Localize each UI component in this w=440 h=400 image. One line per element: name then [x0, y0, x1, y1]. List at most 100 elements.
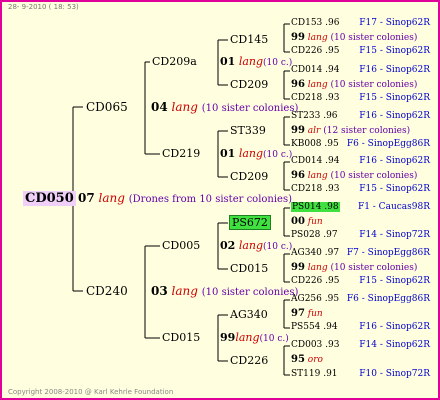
gen4-queen[interactable]: CD014 .94: [291, 65, 339, 75]
gen4-queen[interactable]: CD226 .95: [291, 46, 339, 56]
gen4-year: 97: [291, 308, 305, 319]
gen4-queen[interactable]: PS554 .94: [291, 322, 338, 332]
root-year: 07: [78, 191, 95, 205]
gen4-queen-label: AG256 .95: [291, 294, 340, 304]
gen4-queen-label: CD153 .96: [291, 18, 340, 28]
gen4-breed: lang: [304, 33, 328, 43]
gen4-queen[interactable]: PS014 .98: [291, 202, 340, 212]
gen4-breed: lang: [304, 80, 328, 90]
gen4-queen-label: CD218 .93: [291, 184, 340, 194]
gen4-drone-info: 99 alr (12 sister colonies): [291, 125, 410, 136]
gen4-queen-label: CD218 .93: [291, 93, 340, 103]
gen4-line-label: F14 - Sinop72R: [359, 230, 430, 240]
gen4-queen[interactable]: AG256 .95: [291, 294, 339, 304]
sire-queen-1[interactable]: CD065: [86, 100, 128, 114]
gen4-year: 96: [291, 79, 305, 90]
gen4-queen-label: CD003 .93: [291, 340, 340, 350]
gen3-queen-1[interactable]: CD145: [230, 33, 268, 46]
gen2-queen-2[interactable]: CD219: [162, 147, 200, 160]
copyright: Copyright 2008-2010 @ Karl Kehrle Founda…: [8, 388, 174, 396]
gen2-queen-1[interactable]: CD209a: [152, 55, 197, 68]
gen3-queen-5[interactable]: PS672: [229, 215, 271, 230]
gen4-breed: oro: [304, 355, 323, 365]
gen4-queen-label: CD226 .95: [291, 276, 340, 286]
gen4-line-label: F6 - SinopEgg86R: [346, 294, 430, 304]
gen4-line-label: F16 - Sinop62R: [359, 65, 430, 75]
gen4-drone-info: 96 lang (10 sister colonies): [291, 79, 417, 90]
gen4-breed: lang: [304, 263, 328, 273]
gen2-info-3: 02 lang(10 c.): [220, 239, 293, 252]
gen4-queen-label: PS028 .97: [291, 230, 338, 240]
gen4-breed: alr: [304, 126, 321, 136]
gen4-note: (12 sister colonies): [320, 126, 411, 136]
gen4-line-label: F15 - Sinop62R: [359, 184, 430, 194]
gen4-queen-label: CD014 .94: [291, 65, 340, 75]
gen4-line-label: F15 - Sinop62R: [359, 93, 430, 103]
gen2-info-4: 99lang(10 c.): [220, 331, 289, 344]
root-queen[interactable]: CD050: [23, 191, 76, 206]
gen4-queen[interactable]: CD153 .96: [291, 18, 339, 28]
gen4-note: (10 sister colonies): [327, 33, 418, 43]
gen4-year: 96: [291, 170, 305, 181]
gen2-info-2: 01 lang(10 c.): [220, 147, 293, 160]
gen3-queen-8[interactable]: CD226: [230, 354, 268, 367]
gen4-year: 99: [291, 32, 305, 43]
gen3-queen-6[interactable]: CD015: [230, 262, 268, 275]
gen4-queen-label: PS014 .98: [291, 202, 340, 212]
gen1-info-1: 04 lang (10 sister colonies): [151, 100, 299, 114]
gen4-line-label: F16 - Sinop62R: [359, 156, 430, 166]
gen4-queen-label: AG340 .97: [291, 248, 340, 258]
gen4-note: (10 sister colonies): [327, 263, 418, 273]
gen4-year: 99: [291, 262, 305, 273]
gen4-line-label: F16 - Sinop62R: [359, 322, 430, 332]
gen4-queen[interactable]: ST119 .91: [291, 369, 338, 379]
gen3-queen-4[interactable]: CD209: [230, 170, 268, 183]
gen4-line-label: F15 - Sinop62R: [359, 276, 430, 286]
gen4-queen-label: KB008 .95: [291, 139, 339, 149]
gen4-line-label: F7 - SinopEgg86R: [346, 248, 430, 258]
gen4-drone-info: 99 lang (10 sister colonies): [291, 262, 417, 273]
gen4-drone-info: 99 lang (10 sister colonies): [291, 32, 417, 43]
gen4-note: (10 sister colonies): [327, 80, 418, 90]
gen4-line-label: F14 - Sinop62R: [359, 340, 430, 350]
gen3-queen-7[interactable]: AG340: [230, 308, 268, 321]
gen4-queen[interactable]: CD226 .95: [291, 276, 339, 286]
gen4-queen-label: PS554 .94: [291, 322, 338, 332]
gen4-breed: fun: [304, 217, 323, 227]
gen2-queen-4[interactable]: CD015: [162, 331, 200, 344]
gen4-queen[interactable]: ST233 .96: [291, 111, 338, 121]
gen4-breed: fun: [304, 309, 323, 319]
gen4-queen-label: CD226 .95: [291, 46, 340, 56]
gen4-line-label: F6 - SinopEgg86R: [346, 139, 430, 149]
gen4-drone-info: 95 oro: [291, 354, 323, 365]
gen4-queen[interactable]: CD218 .93: [291, 93, 339, 103]
gen4-queen[interactable]: PS028 .97: [291, 230, 338, 240]
root-breed: lang: [98, 191, 125, 205]
gen4-drone-info: 96 lang (10 sister colonies): [291, 170, 417, 181]
gen4-drone-info: 00 fun: [291, 216, 323, 227]
gen4-line-label: F1 - Caucas98R: [357, 202, 430, 212]
gen1-info-2: 03 lang (10 sister colonies): [151, 284, 299, 298]
gen4-queen[interactable]: AG340 .97: [291, 248, 339, 258]
gen4-queen-label: CD014 .94: [291, 156, 340, 166]
gen4-line-label: F16 - Sinop62R: [359, 111, 430, 121]
gen4-queen[interactable]: CD014 .94: [291, 156, 339, 166]
root-generation: 07 lang (Drones from 10 sister colonies): [78, 191, 292, 205]
gen3-queen-3[interactable]: ST339: [230, 124, 266, 137]
gen4-queen-label: ST119 .91: [291, 369, 338, 379]
gen4-queen[interactable]: CD003 .93: [291, 340, 339, 350]
gen4-year: 99: [291, 125, 305, 136]
gen4-line-label: F10 - Sinop72R: [359, 369, 430, 379]
gen4-line-label: F17 - Sinop62R: [359, 18, 430, 28]
sire-queen-2[interactable]: CD240: [86, 284, 128, 298]
gen4-note: (10 sister colonies): [327, 171, 418, 181]
gen4-year: 95: [291, 354, 305, 365]
gen3-queen-2[interactable]: CD209: [230, 78, 268, 91]
gen4-queen[interactable]: CD218 .93: [291, 184, 339, 194]
gen4-queen[interactable]: KB008 .95: [291, 139, 339, 149]
gen4-year: 00: [291, 216, 305, 227]
gen4-drone-info: 97 fun: [291, 308, 323, 319]
gen4-line-label: F15 - Sinop62R: [359, 46, 430, 56]
root-note: (Drones from 10 sister colonies): [128, 194, 293, 205]
gen2-queen-3[interactable]: CD005: [162, 239, 200, 252]
